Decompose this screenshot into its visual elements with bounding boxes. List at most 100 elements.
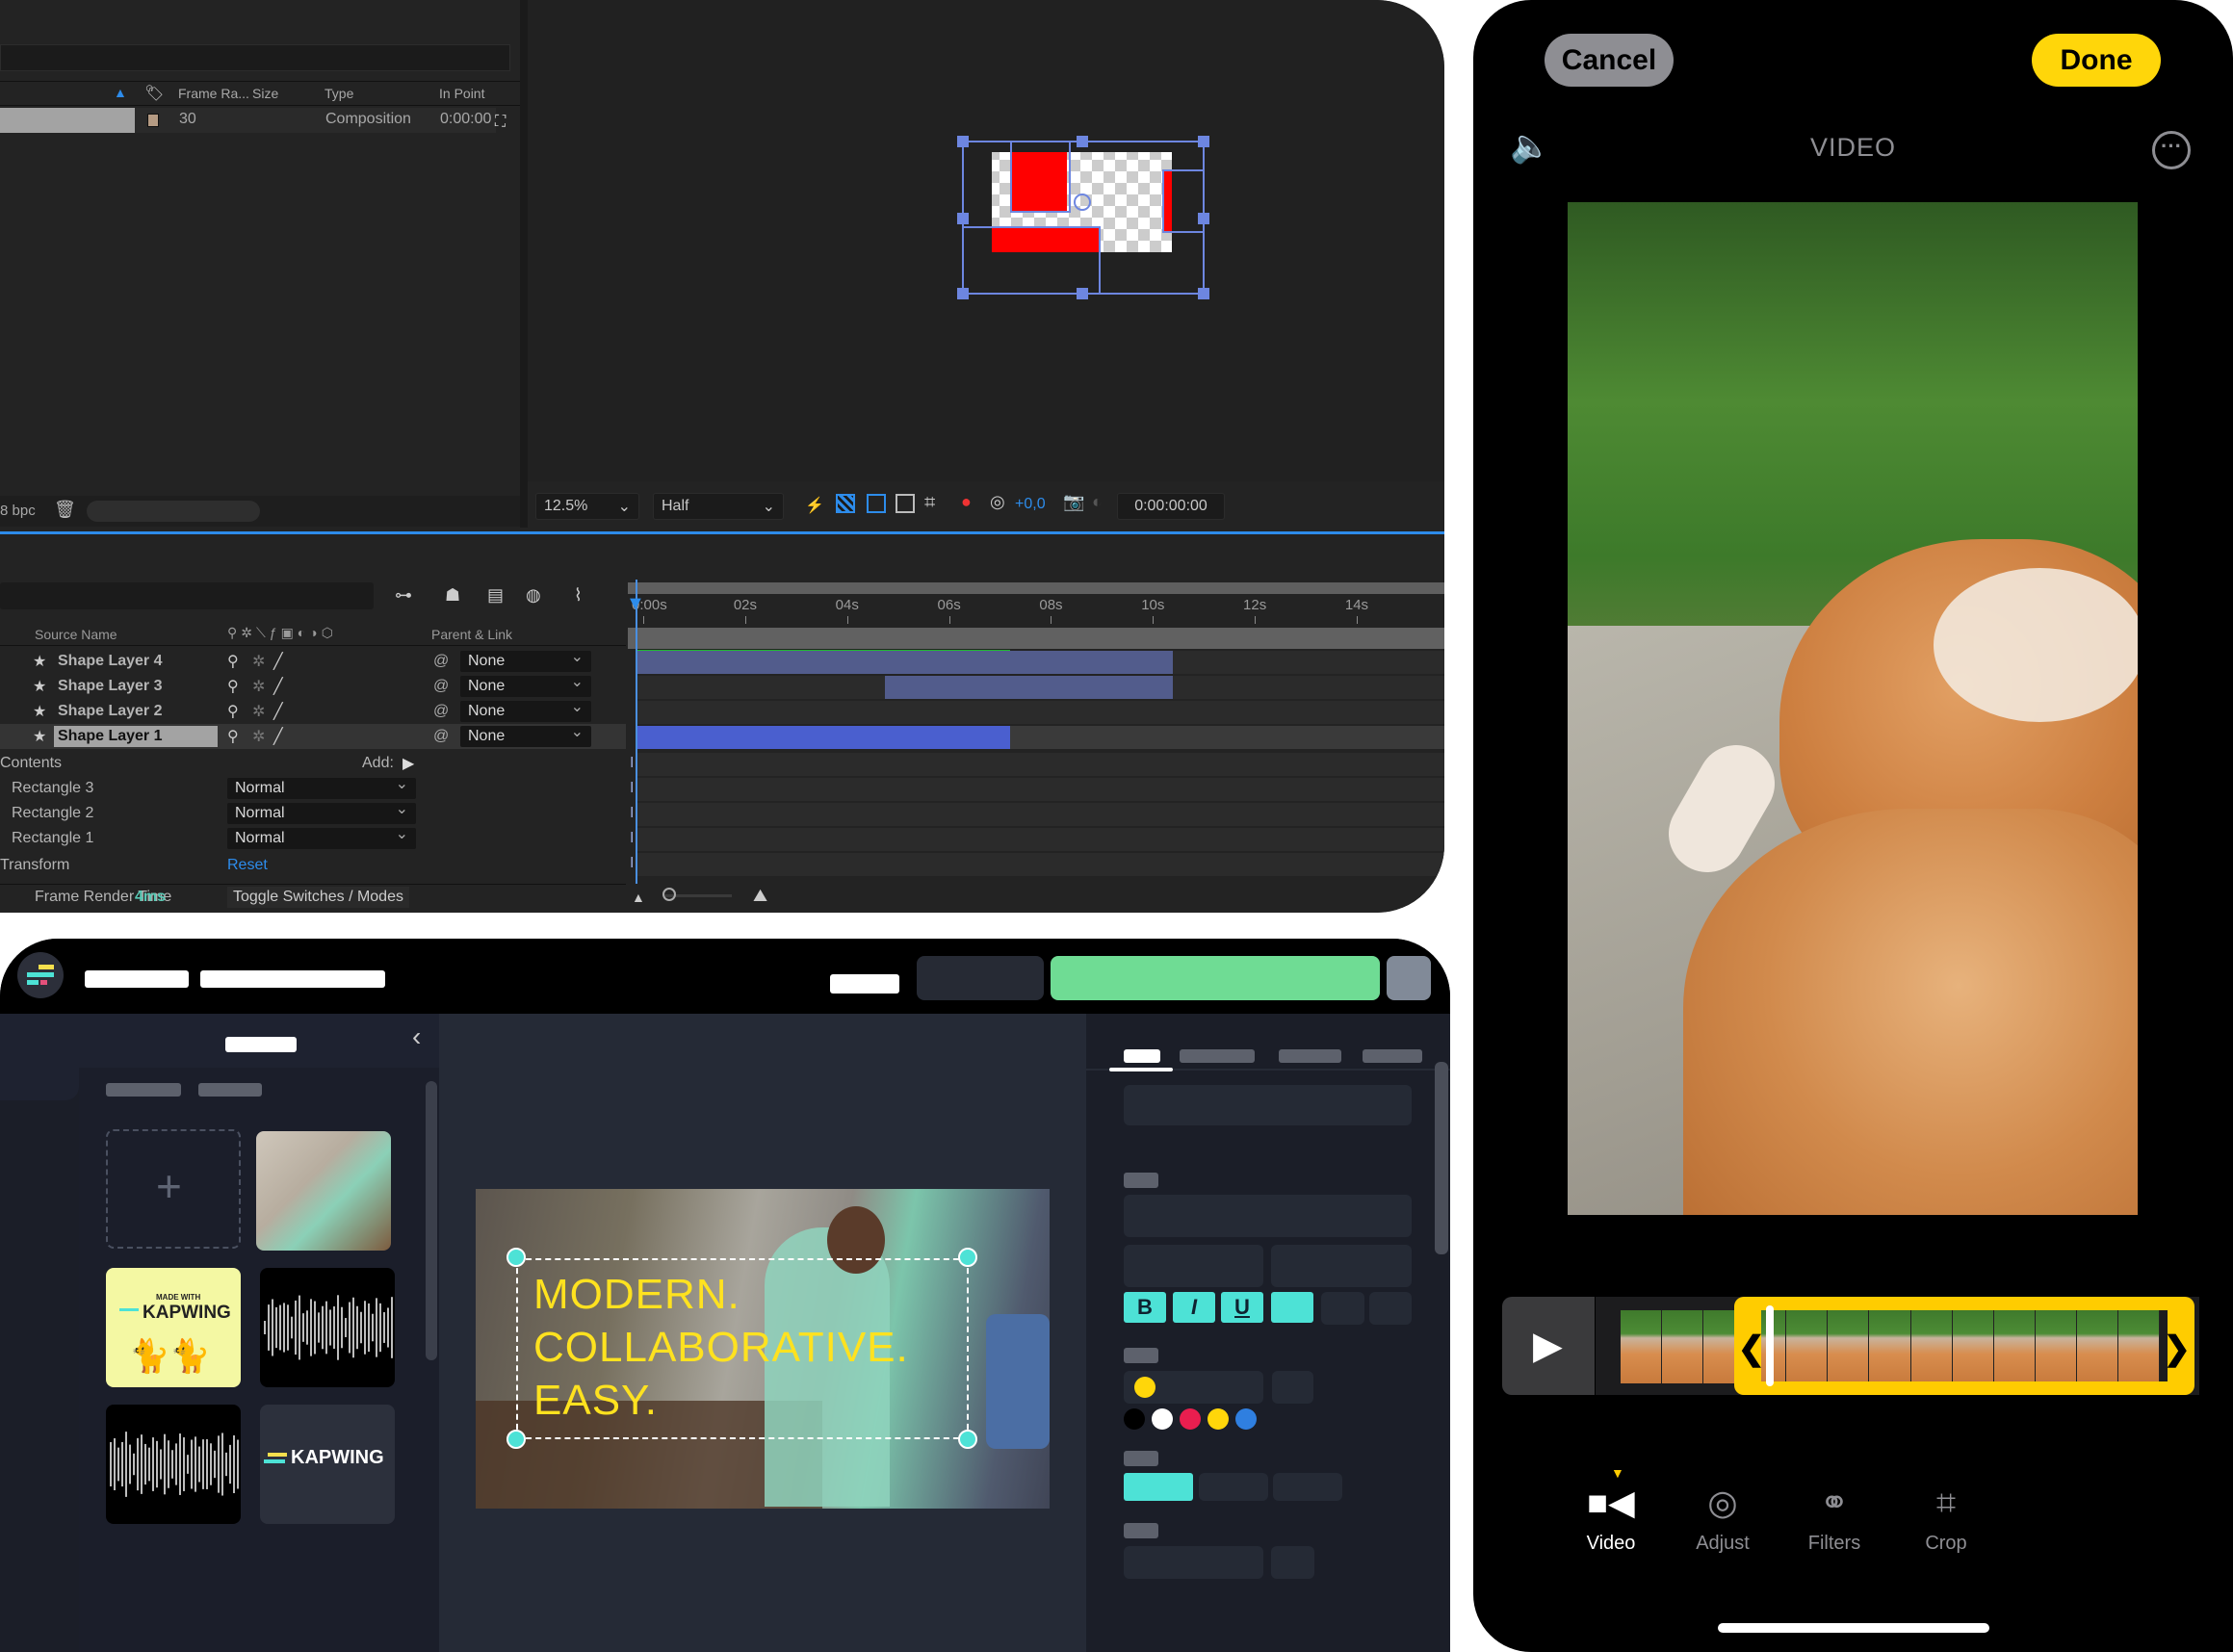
made-with-kapwing-tile[interactable]: MADE WITH KAPWING 🐈🐈 xyxy=(106,1268,241,1387)
flowchart-icon[interactable]: ⛶ xyxy=(495,114,506,131)
audio-tile[interactable] xyxy=(260,1268,395,1387)
parent-dropdown[interactable]: None xyxy=(460,672,591,697)
props-field[interactable] xyxy=(1124,1546,1263,1579)
project-title-placeholder[interactable] xyxy=(85,970,189,988)
quality-switch-icon[interactable]: ╱ xyxy=(273,702,283,721)
magnification-dropdown[interactable]: 12.5% ⌄ xyxy=(535,493,639,520)
align-button[interactable] xyxy=(1271,1292,1313,1323)
tab-video[interactable]: ■◀ Video xyxy=(1568,1483,1654,1555)
collapse-chevron-icon[interactable]: ‹ xyxy=(412,1021,421,1052)
cancel-button[interactable]: Cancel xyxy=(1545,34,1674,87)
props-tab-active[interactable] xyxy=(1124,1049,1160,1063)
shy-switch-icon[interactable]: ⚲ xyxy=(227,702,239,721)
tab-adjust[interactable]: ◎ Adjust xyxy=(1679,1483,1766,1555)
animation-option[interactable] xyxy=(1273,1473,1342,1501)
collapse-switch-icon[interactable]: ✲ xyxy=(252,727,265,746)
more-options-icon[interactable]: ··· xyxy=(2152,131,2191,169)
sort-arrow-icon[interactable]: ▲ xyxy=(114,85,127,100)
sidebar-scrollbar[interactable] xyxy=(426,1081,437,1360)
composition-canvas[interactable] xyxy=(942,125,1231,308)
blend-mode-dropdown[interactable]: Normal xyxy=(227,774,416,799)
export-button[interactable] xyxy=(1051,956,1380,1000)
layer-duration-bar[interactable] xyxy=(636,726,1010,749)
panel-divider[interactable] xyxy=(520,0,528,528)
resize-handle[interactable] xyxy=(506,1248,526,1267)
props-tab[interactable] xyxy=(1180,1049,1255,1063)
blend-mode-dropdown[interactable]: Normal xyxy=(227,799,416,824)
transparency-grid-icon[interactable] xyxy=(836,494,855,513)
current-time-display[interactable]: 0:00:00:00 xyxy=(1117,493,1225,520)
layer-name[interactable]: Shape Layer 4 xyxy=(54,651,167,672)
zoom-out-icon[interactable]: ▲ xyxy=(632,890,645,905)
selected-color-swatch[interactable] xyxy=(1134,1377,1155,1398)
graph-editor-icon[interactable]: ⌇ xyxy=(574,585,583,606)
media-tab-placeholder[interactable] xyxy=(198,1083,262,1097)
user-avatar[interactable] xyxy=(1387,956,1431,1000)
font-weight-field[interactable] xyxy=(1271,1245,1412,1287)
composition-viewer[interactable] xyxy=(528,0,1444,481)
resolution-dropdown[interactable]: Half ⌄ xyxy=(653,493,784,520)
trim-handles[interactable]: ❮ ❯ xyxy=(1733,1297,2194,1395)
current-time-indicator[interactable] xyxy=(636,580,637,884)
palette-color-swatch[interactable] xyxy=(1180,1408,1201,1430)
palette-color-swatch[interactable] xyxy=(1235,1408,1257,1430)
motion-blur-icon[interactable]: ◍ xyxy=(526,585,541,606)
grid-guides-icon[interactable]: ⌗ xyxy=(924,492,935,514)
keyframe-marker-icon[interactable]: I xyxy=(630,830,634,847)
tab-filters[interactable]: ⚭ Filters xyxy=(1791,1483,1878,1555)
show-snapshot-icon[interactable]: ◐ xyxy=(1092,492,1103,512)
collapse-switch-icon[interactable]: ✲ xyxy=(252,652,265,671)
quality-switch-icon[interactable]: ╱ xyxy=(273,652,283,671)
shy-switch-icon[interactable]: ⚲ xyxy=(227,727,239,746)
parent-dropdown[interactable]: None xyxy=(460,647,591,672)
layer-name[interactable]: Shape Layer 2 xyxy=(54,701,167,722)
exposure-value[interactable]: +0,0 xyxy=(1015,496,1046,513)
reset-link[interactable]: Reset xyxy=(227,857,268,874)
project-scrollbar[interactable] xyxy=(87,501,260,522)
home-indicator[interactable] xyxy=(1718,1623,1989,1633)
col-in-point[interactable]: In Point xyxy=(439,86,484,101)
palette-color-swatch[interactable] xyxy=(1124,1408,1145,1430)
work-area-bar[interactable] xyxy=(628,628,1444,649)
parent-dropdown[interactable]: None xyxy=(460,697,591,722)
layer-name[interactable]: Shape Layer 1 xyxy=(54,726,218,747)
video-preview[interactable] xyxy=(1568,202,2138,1215)
props-scrollbar[interactable] xyxy=(1435,1062,1448,1254)
upload-tile[interactable]: + xyxy=(106,1129,241,1249)
props-tab[interactable] xyxy=(1363,1049,1422,1063)
layer-duration-bar[interactable] xyxy=(636,651,1173,674)
trim-end-handle-icon[interactable]: ❯ xyxy=(2163,1329,2191,1368)
shy-switch-icon[interactable]: ⚲ xyxy=(227,677,239,696)
opacity-field[interactable] xyxy=(1272,1371,1313,1404)
animation-option-active[interactable] xyxy=(1124,1473,1193,1501)
underline-button[interactable]: U xyxy=(1221,1292,1263,1323)
toggle-switches-modes-button[interactable]: Toggle Switches / Modes xyxy=(227,886,409,908)
resize-handle[interactable] xyxy=(958,1248,977,1267)
bpc-label[interactable]: 8 bpc xyxy=(0,503,36,519)
kapwing-logo[interactable] xyxy=(17,952,64,998)
quality-switch-icon[interactable]: ╱ xyxy=(273,677,283,696)
region-of-interest-icon[interactable] xyxy=(896,494,915,513)
shy-layers-icon[interactable]: ☗ xyxy=(445,585,460,606)
animation-option[interactable] xyxy=(1199,1473,1268,1501)
time-navigator[interactable] xyxy=(628,582,1444,594)
kapwing-logo-tile[interactable]: KAPWING xyxy=(260,1405,395,1524)
topbar-link-placeholder[interactable] xyxy=(830,974,899,994)
project-search-input[interactable] xyxy=(0,44,510,71)
scrub-playhead[interactable] xyxy=(1766,1305,1775,1386)
play-button[interactable]: ▶ xyxy=(1502,1297,1595,1395)
format-button[interactable] xyxy=(1369,1292,1412,1325)
project-subtitle-placeholder[interactable] xyxy=(200,970,385,988)
fast-preview-icon[interactable]: ⚡ xyxy=(805,496,824,515)
palette-color-swatch[interactable] xyxy=(1207,1408,1229,1430)
col-size[interactable]: Size xyxy=(252,86,278,101)
font-select[interactable] xyxy=(1124,1195,1412,1237)
collapse-switch-icon[interactable]: ✲ xyxy=(252,677,265,696)
label-tag-icon[interactable]: 🏷 xyxy=(144,84,164,103)
keyframe-marker-icon[interactable]: I xyxy=(630,780,634,797)
col-frame-rate[interactable]: Frame Ra... xyxy=(178,86,249,101)
spiral-pickwhip-icon[interactable]: @ xyxy=(433,653,449,670)
share-button[interactable] xyxy=(917,956,1044,1000)
media-tab-placeholder[interactable] xyxy=(106,1083,181,1097)
zoom-slider-thumb[interactable] xyxy=(662,888,676,901)
